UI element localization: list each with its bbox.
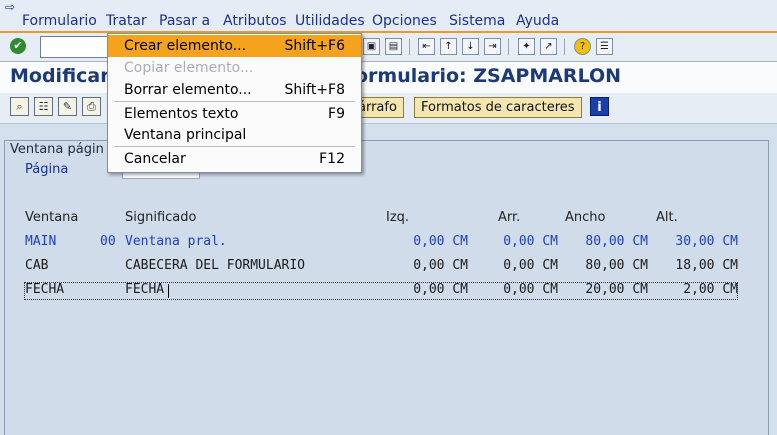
cell-alt: 18,00 CM bbox=[675, 258, 738, 273]
cell-ancho: 80,00 CM bbox=[585, 234, 648, 249]
cell-arr: 0,00 CM bbox=[503, 234, 558, 249]
cell-arr: 0,00 CM bbox=[503, 258, 558, 273]
cell-significado: CABECERA DEL FORMULARIO bbox=[125, 258, 306, 273]
page-layout-icon[interactable]: ▤ bbox=[385, 38, 402, 55]
menu-utilidades[interactable]: Utilidades bbox=[295, 13, 365, 29]
menu-separator bbox=[114, 101, 355, 102]
menu-ayuda[interactable]: Ayuda bbox=[516, 13, 559, 29]
cell-alt: 2,00 CM bbox=[683, 282, 738, 297]
system-menu-icon[interactable]: ⇨ bbox=[5, 1, 19, 13]
menu-item-crear-elemento[interactable]: Crear elemento... Shift+F6 bbox=[108, 35, 361, 57]
enter-check-icon[interactable]: ✔ bbox=[10, 38, 26, 54]
menu-item-shortcut: Shift+F6 bbox=[284, 38, 345, 54]
tratar-dropdown-menu: Crear elemento... Shift+F6 Copiar elemen… bbox=[107, 33, 362, 173]
menu-opciones[interactable]: Opciones bbox=[372, 13, 437, 29]
cell-num: 00 bbox=[100, 234, 116, 249]
menu-item-shortcut: F9 bbox=[328, 106, 345, 122]
menu-item-borrar-elemento[interactable]: Borrar elemento... Shift+F8 bbox=[108, 79, 361, 101]
text-cursor bbox=[168, 284, 169, 298]
column-header-ventana: Ventana bbox=[25, 210, 79, 225]
save-layout-icon[interactable]: ▣ bbox=[363, 38, 380, 55]
menu-atributos[interactable]: Atributos bbox=[223, 13, 287, 29]
character-formats-button[interactable]: Formatos de caracteres bbox=[414, 97, 582, 118]
toolbar-separator bbox=[409, 39, 410, 55]
help-icon[interactable]: ? bbox=[574, 38, 591, 55]
column-header-alt: Alt. bbox=[656, 210, 678, 225]
menu-item-shortcut: Shift+F8 bbox=[284, 82, 345, 98]
menu-pasar-a[interactable]: Pasar a bbox=[159, 13, 210, 29]
page-title: Modificar bbox=[10, 65, 110, 87]
page-title-continued: ormulario: ZSAPMARLON bbox=[355, 65, 622, 87]
cell-ventana: FECHA bbox=[25, 282, 65, 297]
cell-izq: 0,00 CM bbox=[413, 258, 468, 273]
menu-item-ventana-principal[interactable]: Ventana principal bbox=[108, 124, 361, 146]
group-title: Ventana págin bbox=[10, 142, 104, 157]
document-icon[interactable]: ☷ bbox=[34, 97, 53, 116]
menu-bar: ⇨ Formulario Tratar Pasar a Atributos Ut… bbox=[0, 0, 777, 34]
cell-ventana: MAIN bbox=[25, 234, 57, 249]
menu-item-label: Elementos texto bbox=[124, 106, 239, 122]
info-icon[interactable]: i bbox=[590, 97, 609, 116]
shortcut-icon[interactable]: ↗ bbox=[540, 38, 557, 55]
column-header-izq: Izq. bbox=[386, 210, 410, 225]
menu-item-label: Copiar elemento... bbox=[124, 60, 254, 76]
column-header-ancho: Ancho bbox=[565, 210, 606, 225]
menu-tratar[interactable]: Tratar bbox=[106, 13, 147, 29]
menu-sistema[interactable]: Sistema bbox=[449, 13, 505, 29]
menu-item-label: Crear elemento... bbox=[124, 38, 247, 54]
cell-significado: Ventana pral. bbox=[125, 234, 227, 249]
display-icon[interactable]: ⌕ bbox=[10, 97, 29, 116]
cell-ancho: 20,00 CM bbox=[585, 282, 648, 297]
cell-significado: FECHA bbox=[125, 282, 165, 297]
next-page-icon[interactable]: ↓ bbox=[462, 38, 479, 55]
column-header-significado: Significado bbox=[125, 210, 197, 225]
menu-formulario[interactable]: Formulario bbox=[22, 13, 97, 29]
cell-ancho: 80,00 CM bbox=[585, 258, 648, 273]
print-icon[interactable]: ⎙ bbox=[82, 97, 101, 116]
page-label: Página bbox=[25, 162, 69, 177]
menu-item-label: Borrar elemento... bbox=[124, 82, 252, 98]
menu-item-elementos-texto[interactable]: Elementos texto F9 bbox=[108, 103, 361, 125]
cell-alt: 30,00 CM bbox=[675, 234, 738, 249]
cell-izq: 0,00 CM bbox=[413, 234, 468, 249]
toolbar-separator bbox=[564, 39, 565, 55]
toolbar-separator bbox=[508, 39, 509, 55]
menu-item-shortcut: F12 bbox=[319, 151, 345, 167]
menu-item-copiar-elemento: Copiar elemento... bbox=[108, 57, 361, 79]
menu-item-label: Cancelar bbox=[124, 151, 186, 167]
command-field[interactable] bbox=[40, 36, 108, 58]
cell-arr: 0,00 CM bbox=[503, 282, 558, 297]
menu-separator bbox=[114, 146, 355, 147]
first-page-icon[interactable]: ⇤ bbox=[418, 38, 435, 55]
last-page-icon[interactable]: ⇥ bbox=[484, 38, 501, 55]
new-session-icon[interactable]: ✦ bbox=[518, 38, 535, 55]
previous-page-icon[interactable]: ↑ bbox=[440, 38, 457, 55]
menu-item-label: Ventana principal bbox=[124, 127, 247, 143]
edit-icon[interactable]: ✎ bbox=[58, 97, 77, 116]
menu-item-cancelar[interactable]: Cancelar F12 bbox=[108, 148, 361, 170]
cell-ventana: CAB bbox=[25, 258, 49, 273]
column-header-arr: Arr. bbox=[498, 210, 521, 225]
customize-layout-icon[interactable]: ☰ bbox=[596, 38, 613, 55]
cell-izq: 0,00 CM bbox=[413, 282, 468, 297]
